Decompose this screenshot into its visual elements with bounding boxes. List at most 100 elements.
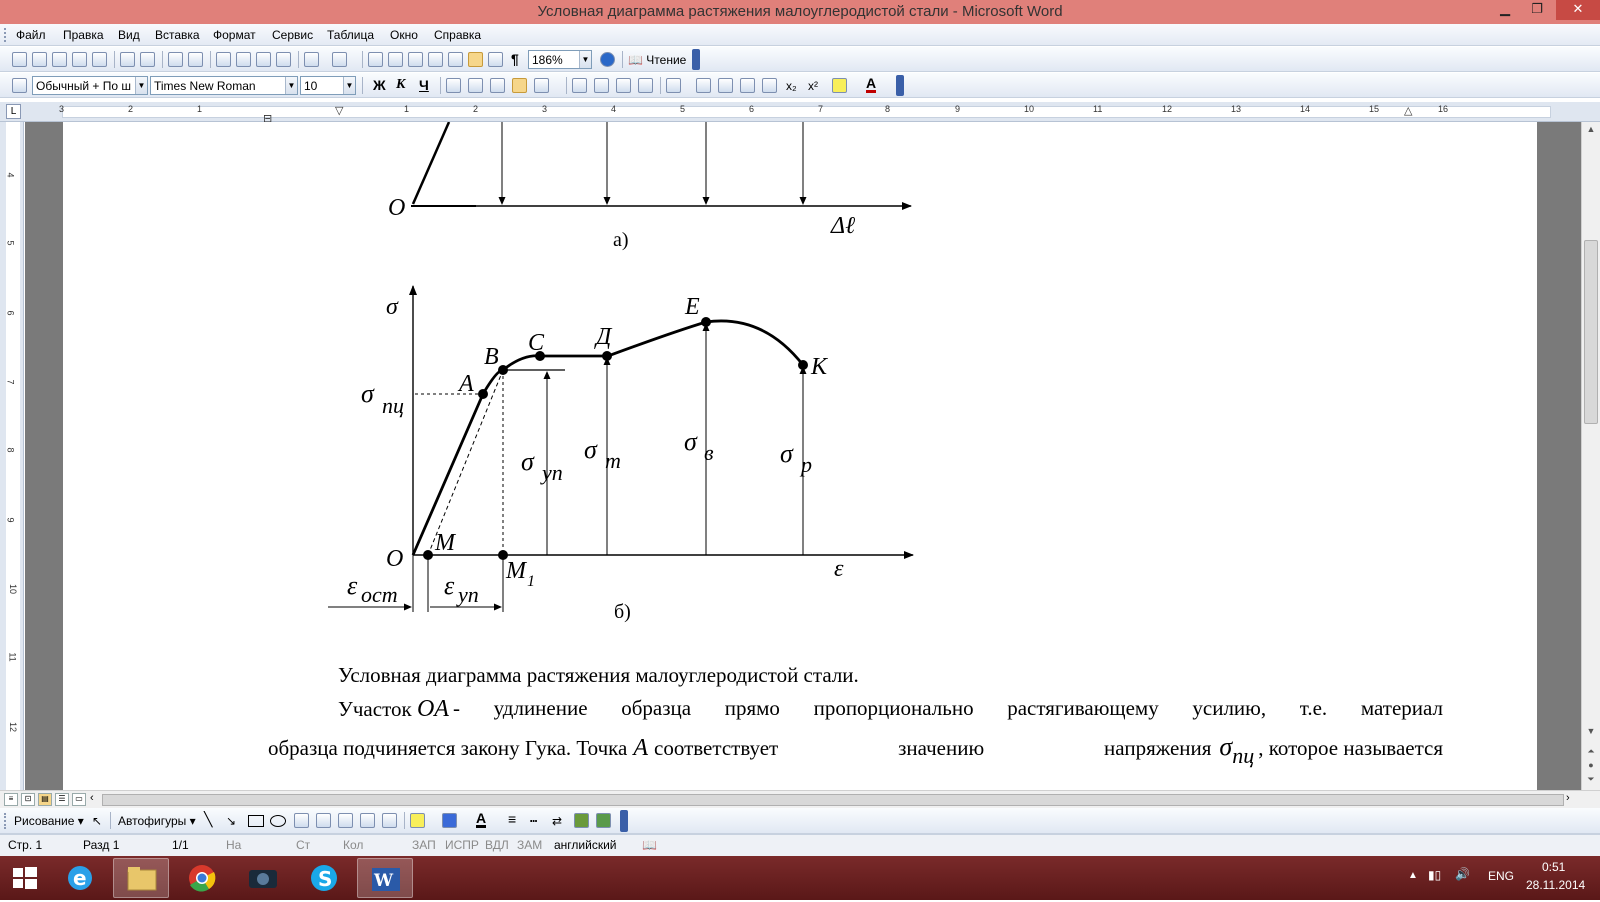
font-size-combo[interactable]: 10 ▼ xyxy=(300,76,356,95)
status-line[interactable]: Ст xyxy=(296,838,310,852)
minimize-button[interactable]: ▁ xyxy=(1490,0,1520,20)
undo-icon[interactable] xyxy=(304,52,319,67)
horizontal-ruler[interactable]: L 3 2 1 ▽ ⊟ 1 2 3 4 5 6 7 8 9 10 11 12 1… xyxy=(0,102,1600,125)
menu-tools[interactable]: Сервис xyxy=(272,28,313,42)
permission-icon[interactable] xyxy=(72,52,87,67)
status-col[interactable]: Кол xyxy=(343,838,363,852)
vertical-ruler[interactable]: 4 5 6 7 8 9 10 11 12 xyxy=(0,122,24,790)
horizontal-scrollbar[interactable]: ≡ ⊡ ▤ ☰ ▭ ‹ › xyxy=(0,790,1600,808)
redo-icon[interactable] xyxy=(332,52,347,67)
grip-handle[interactable] xyxy=(4,28,8,42)
taskbar-skype[interactable]: S xyxy=(296,858,352,898)
style-combo[interactable]: Обычный + По ш ▼ xyxy=(32,76,148,95)
tables-borders-icon[interactable] xyxy=(388,52,403,67)
next-page-icon[interactable]: ⏷ xyxy=(1585,774,1597,785)
scroll-up-icon[interactable]: ▲ xyxy=(1585,124,1597,134)
clock-date[interactable]: 28.11.2014 xyxy=(1526,878,1585,892)
chevron-down-icon[interactable]: ▼ xyxy=(285,77,297,94)
line-tool-icon[interactable]: ╲ xyxy=(204,811,212,828)
document-map-icon[interactable] xyxy=(488,52,503,67)
bold-button[interactable]: Ж xyxy=(373,77,386,93)
columns-icon[interactable] xyxy=(448,52,463,67)
fill-color-icon[interactable] xyxy=(410,813,425,828)
highlight-icon[interactable] xyxy=(832,78,847,93)
shadow-style-icon[interactable] xyxy=(574,813,589,828)
research-icon[interactable] xyxy=(188,52,203,67)
chevron-down-icon[interactable]: ▼ xyxy=(343,77,355,94)
line-style-icon[interactable]: ≡ xyxy=(508,811,516,827)
email-icon[interactable] xyxy=(92,52,107,67)
scroll-thumb[interactable] xyxy=(1584,240,1598,424)
font-color-icon[interactable]: A xyxy=(866,76,877,93)
select-browse-object-icon[interactable]: ● xyxy=(1585,760,1597,770)
increase-indent-icon[interactable] xyxy=(638,78,653,93)
chevron-down-icon[interactable]: ▼ xyxy=(135,77,147,94)
line-color-icon[interactable] xyxy=(442,813,457,828)
clock-time[interactable]: 0:51 xyxy=(1542,860,1565,874)
format-painter-icon[interactable] xyxy=(276,52,291,67)
menu-help[interactable]: Справка xyxy=(434,28,481,42)
start-button[interactable] xyxy=(0,858,50,898)
input-language[interactable]: ENG xyxy=(1488,869,1514,883)
wordart-icon[interactable] xyxy=(316,813,331,828)
menu-table[interactable]: Таблица xyxy=(327,28,374,42)
superscript-button[interactable]: x² xyxy=(808,79,818,93)
borders-icon[interactable] xyxy=(666,78,681,93)
status-ovr[interactable]: ЗАМ xyxy=(517,838,542,852)
textbox-tool-icon[interactable] xyxy=(294,813,309,828)
grip-handle[interactable] xyxy=(4,813,8,829)
status-rec[interactable]: ЗАП xyxy=(412,838,436,852)
cells-icon[interactable] xyxy=(718,78,733,93)
spelling-icon[interactable] xyxy=(168,52,183,67)
justify-icon[interactable] xyxy=(512,78,527,93)
numbering-icon[interactable] xyxy=(572,78,587,93)
diagram-icon[interactable] xyxy=(338,813,353,828)
line-spacing-icon[interactable] xyxy=(534,78,549,93)
show-formatting-icon[interactable]: ¶ xyxy=(511,51,519,67)
insert-excel-icon[interactable] xyxy=(428,52,443,67)
select-objects-icon[interactable]: ↖ xyxy=(92,814,102,828)
hyperlink-icon[interactable] xyxy=(368,52,383,67)
font-combo[interactable]: Times New Roman ▼ xyxy=(150,76,298,95)
print-preview-icon[interactable] xyxy=(140,52,155,67)
vruler-track[interactable] xyxy=(6,122,20,790)
decrease-indent-icon[interactable] xyxy=(616,78,631,93)
status-pages[interactable]: 1/1 xyxy=(172,838,189,852)
save-icon[interactable] xyxy=(52,52,67,67)
normal-view-icon[interactable]: ≡ xyxy=(4,793,18,806)
bullets-icon[interactable] xyxy=(594,78,609,93)
styles-icon[interactable] xyxy=(12,78,27,93)
document-page[interactable]: O Δℓ а) σ ε O А В С Д Е К М М 1 σ пц σ у… xyxy=(63,122,1537,790)
scroll-right-icon[interactable]: › xyxy=(1566,792,1570,804)
toolbar-options-icon[interactable] xyxy=(896,75,904,96)
reading-view-icon[interactable]: ▭ xyxy=(72,793,86,806)
ruler-track[interactable] xyxy=(62,106,1551,118)
menu-view[interactable]: Вид xyxy=(118,28,140,42)
spelling-status-icon[interactable]: 📖 xyxy=(642,838,657,852)
outline-view-icon[interactable]: ☰ xyxy=(55,793,69,806)
menu-file[interactable]: Файл xyxy=(16,28,46,42)
tab-selector[interactable]: L xyxy=(6,104,21,119)
hscroll-thumb[interactable] xyxy=(102,794,1564,806)
restore-button[interactable]: ❐ xyxy=(1522,0,1552,20)
print-layout-icon[interactable]: ▤ xyxy=(38,793,52,806)
open-folder-icon[interactable] xyxy=(32,52,47,67)
network-icon[interactable]: ▮▯ xyxy=(1428,868,1441,882)
toolbar-options-icon[interactable] xyxy=(620,810,628,832)
help-icon[interactable] xyxy=(600,52,615,67)
prev-page-icon[interactable]: ⏶ xyxy=(1585,746,1597,757)
taskbar-word[interactable]: W xyxy=(357,858,413,898)
zoom-combo[interactable]: 186% ▼ xyxy=(528,50,592,69)
font-color-icon[interactable]: A xyxy=(476,811,487,828)
menu-insert[interactable]: Вставка xyxy=(155,28,200,42)
arrow-style-icon[interactable]: ⇄ xyxy=(552,814,562,828)
status-ext[interactable]: ВДЛ xyxy=(485,838,509,852)
status-language[interactable]: английский xyxy=(554,838,616,852)
chevron-down-icon[interactable]: ▼ xyxy=(579,51,591,68)
reading-button[interactable]: 📖 Чтение xyxy=(628,53,686,67)
dash-style-icon[interactable]: ┅ xyxy=(530,814,537,828)
underline-button[interactable]: Ч xyxy=(419,77,429,93)
copy-icon[interactable] xyxy=(236,52,251,67)
status-section[interactable]: Разд 1 xyxy=(83,838,119,852)
draw-menu-button[interactable]: Рисование ▾ xyxy=(14,814,84,828)
